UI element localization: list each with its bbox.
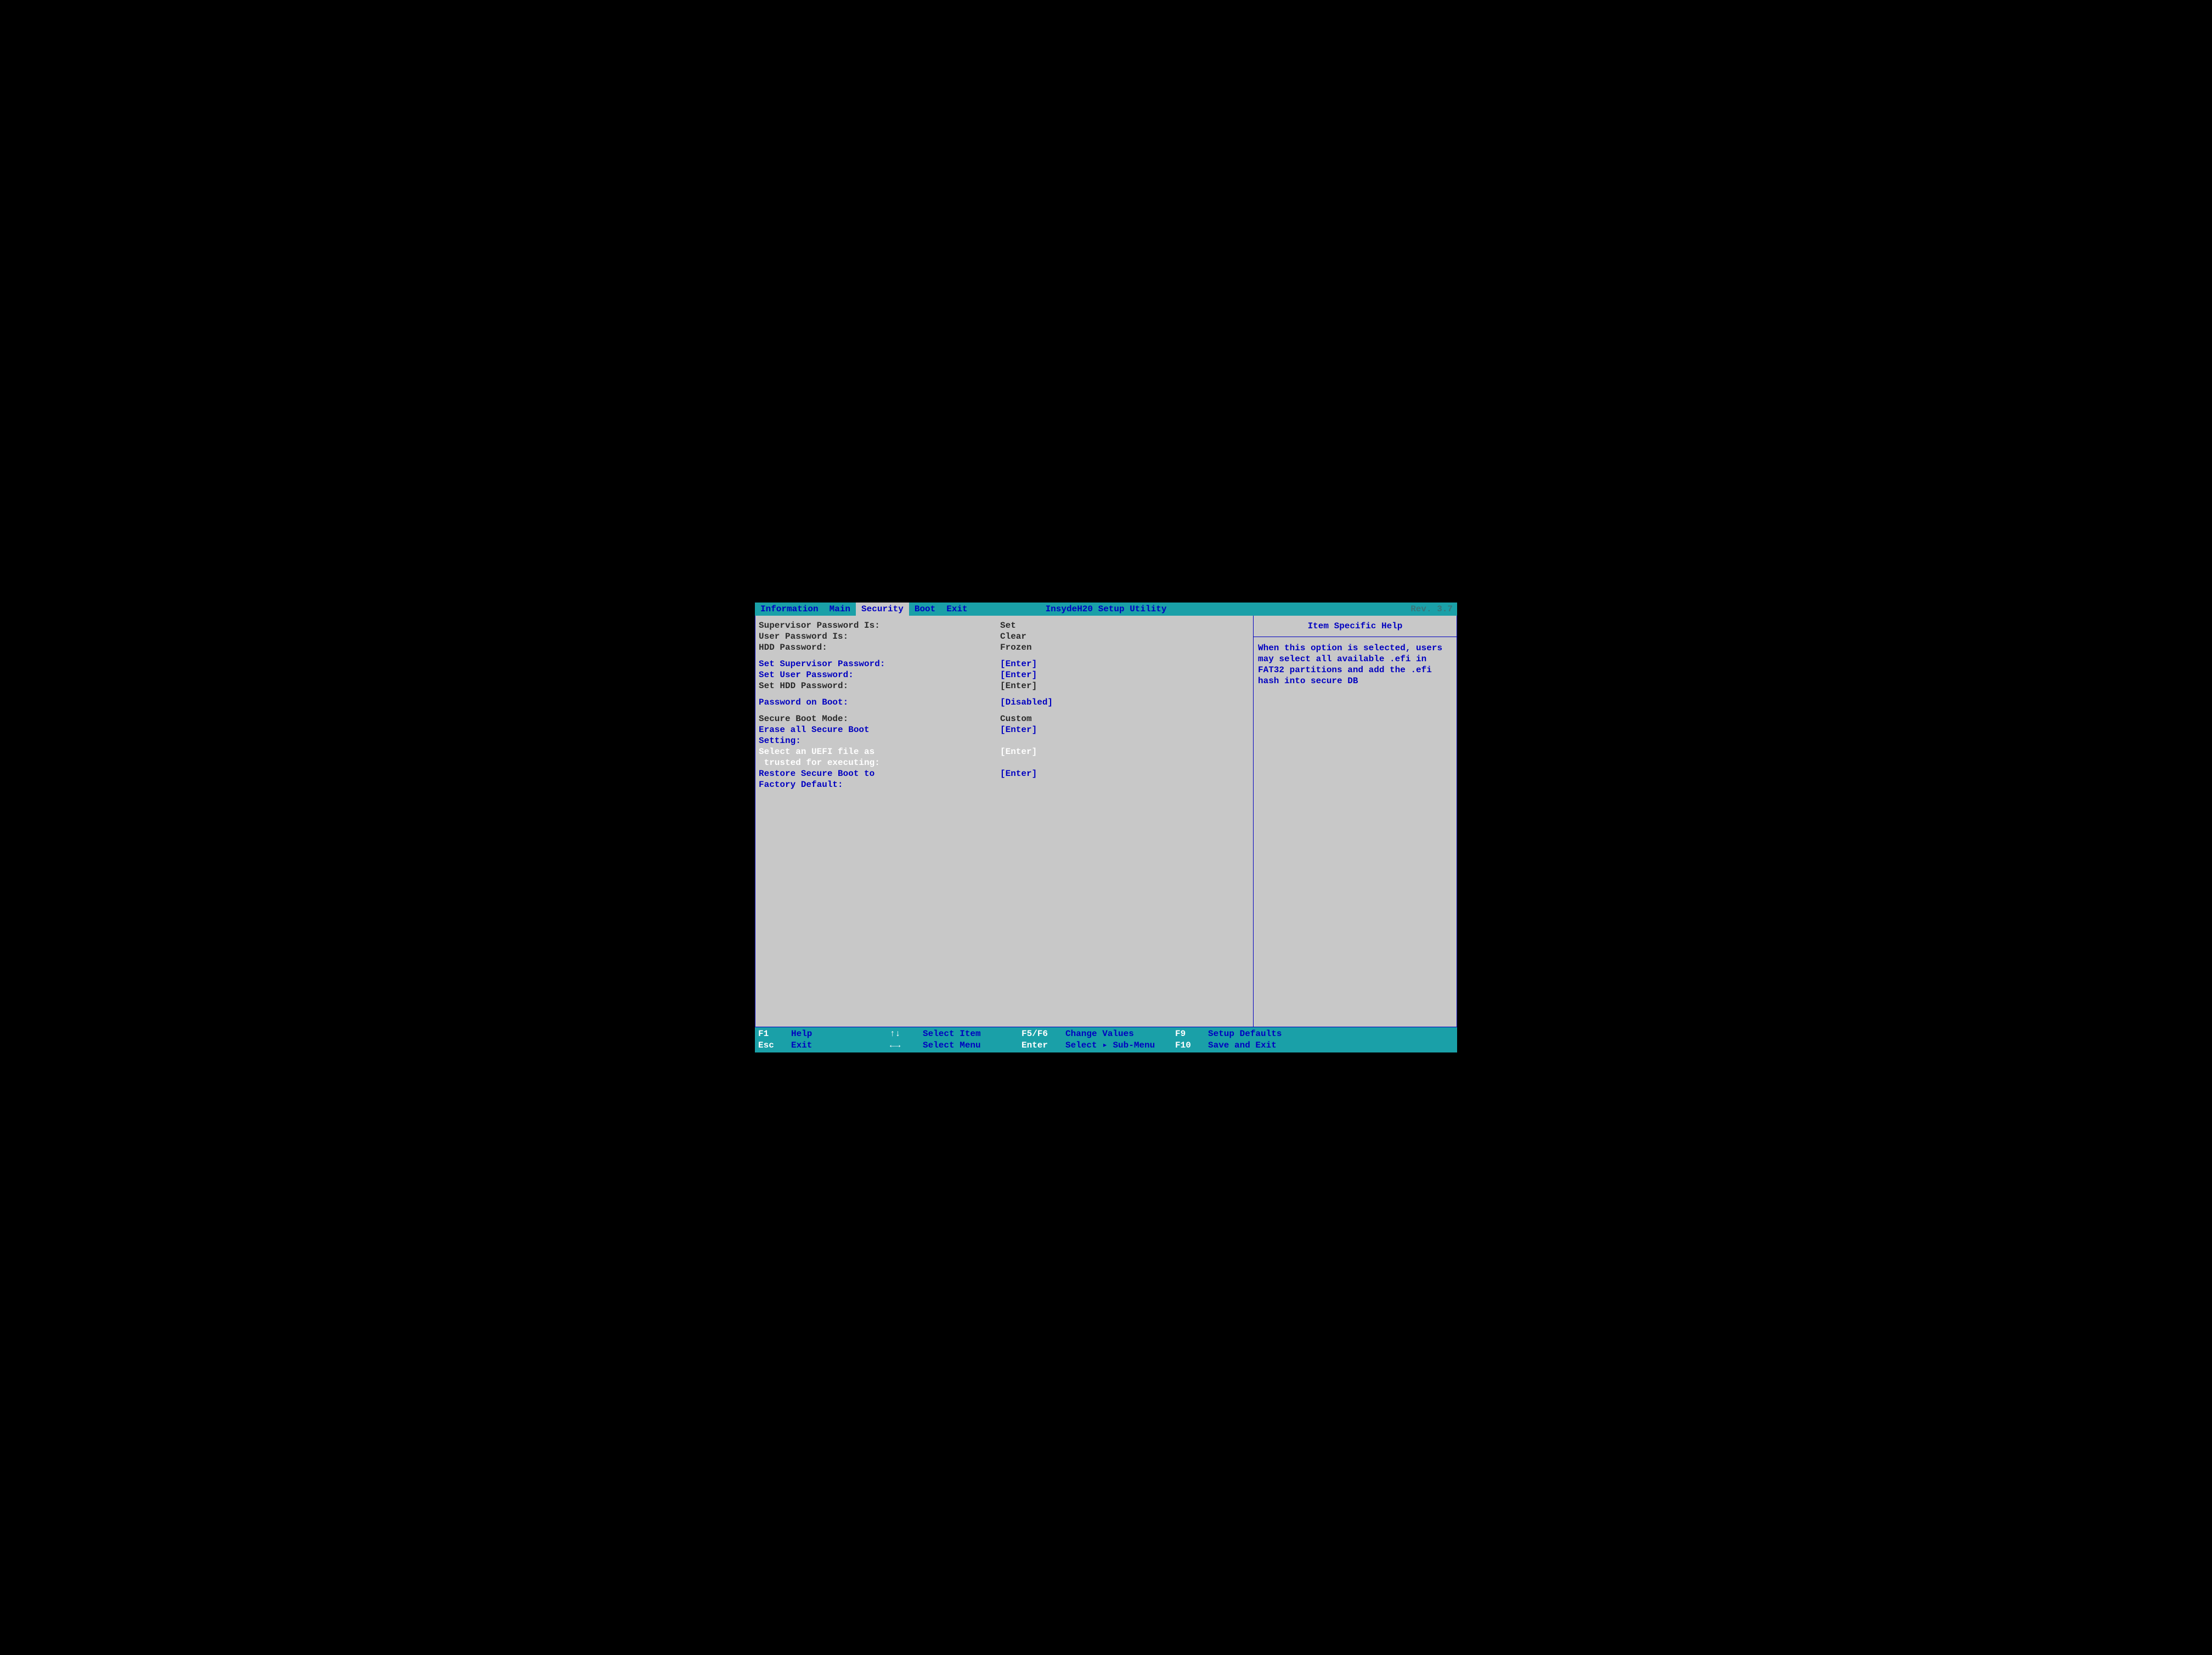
spacer [759,653,1250,658]
password-on-boot-value: [Disabled] [1000,697,1053,708]
row-select-uefi-file[interactable]: Select an UEFI file as trusted for execu… [759,746,1250,768]
row-supervisor-status: Supervisor Password Is: Set [759,620,1250,631]
key-f5f6: F5/F6 [1022,1028,1065,1040]
key-f10: F10 [1175,1040,1208,1051]
key-leftright: ←→ [890,1040,923,1051]
desc-change-values: Change Values [1065,1028,1175,1040]
desc-save-exit: Save and Exit [1208,1040,1318,1051]
tab-boot[interactable]: Boot [909,603,941,616]
utility-title: InsydeH20 Setup Utility [1046,604,1167,614]
key-f1: F1 [758,1028,791,1040]
row-secure-boot-mode: Secure Boot Mode: Custom [759,713,1250,724]
menu-bar: Information Main Security Boot Exit Insy… [755,603,1457,616]
key-updown: ↑↓ [890,1028,923,1040]
desc-select-menu: Select Menu [923,1040,1022,1051]
tab-information[interactable]: Information [755,603,824,616]
key-enter: Enter [1022,1040,1065,1051]
key-f9: F9 [1175,1028,1208,1040]
desc-setup-defaults: Setup Defaults [1208,1028,1318,1040]
tab-exit[interactable]: Exit [941,603,973,616]
user-status-value: Clear [1000,631,1026,642]
set-supervisor-label: Set Supervisor Password: [759,658,1000,669]
revision-label: Rev. 3.7 [1410,604,1453,614]
restore-secure-boot-value: [Enter] [1000,768,1037,790]
settings-panel: Supervisor Password Is: Set User Passwor… [755,616,1254,1027]
password-on-boot-label: Password on Boot: [759,697,1000,708]
desc-exit: Exit [791,1040,890,1051]
desc-submenu: Select ▸ Sub-Menu [1065,1040,1175,1051]
user-status-label: User Password Is: [759,631,1000,642]
row-erase-secure-boot[interactable]: Erase all Secure Boot Setting: [Enter] [759,724,1250,746]
row-password-on-boot[interactable]: Password on Boot: [Disabled] [759,697,1250,708]
set-hdd-label: Set HDD Password: [759,680,1000,691]
set-supervisor-value: [Enter] [1000,658,1037,669]
spacer [759,708,1250,713]
row-set-user[interactable]: Set User Password: [Enter] [759,669,1250,680]
spacer [759,691,1250,697]
help-title: Item Specific Help [1254,616,1457,637]
set-user-label: Set User Password: [759,669,1000,680]
footer-bar: F1 Help ↑↓ Select Item F5/F6 Change Valu… [755,1027,1457,1052]
select-uefi-label: Select an UEFI file as trusted for execu… [759,746,1000,768]
erase-secure-boot-label: Erase all Secure Boot Setting: [759,724,1000,746]
set-hdd-value: [Enter] [1000,680,1037,691]
body: Supervisor Password Is: Set User Passwor… [755,616,1457,1027]
secure-boot-mode-label: Secure Boot Mode: [759,713,1000,724]
help-body: When this option is selected, users may … [1254,637,1457,692]
tab-main[interactable]: Main [824,603,856,616]
row-hdd-status: HDD Password: Frozen [759,642,1250,653]
row-set-supervisor[interactable]: Set Supervisor Password: [Enter] [759,658,1250,669]
row-set-hdd[interactable]: Set HDD Password: [Enter] [759,680,1250,691]
tab-security[interactable]: Security [856,603,909,616]
hdd-status-value: Frozen [1000,642,1032,653]
supervisor-status-value: Set [1000,620,1016,631]
select-uefi-value: [Enter] [1000,746,1037,768]
key-esc: Esc [758,1040,791,1051]
menu-tabs: Information Main Security Boot Exit [755,603,973,616]
erase-secure-boot-value: [Enter] [1000,724,1037,746]
bios-screen: Information Main Security Boot Exit Insy… [755,603,1457,1052]
hdd-status-label: HDD Password: [759,642,1000,653]
row-user-status: User Password Is: Clear [759,631,1250,642]
supervisor-status-label: Supervisor Password Is: [759,620,1000,631]
desc-help: Help [791,1028,890,1040]
help-panel: Item Specific Help When this option is s… [1254,616,1457,1027]
row-restore-secure-boot[interactable]: Restore Secure Boot to Factory Default: … [759,768,1250,790]
secure-boot-mode-value: Custom [1000,713,1032,724]
restore-secure-boot-label: Restore Secure Boot to Factory Default: [759,768,1000,790]
desc-select-item: Select Item [923,1028,1022,1040]
set-user-value: [Enter] [1000,669,1037,680]
